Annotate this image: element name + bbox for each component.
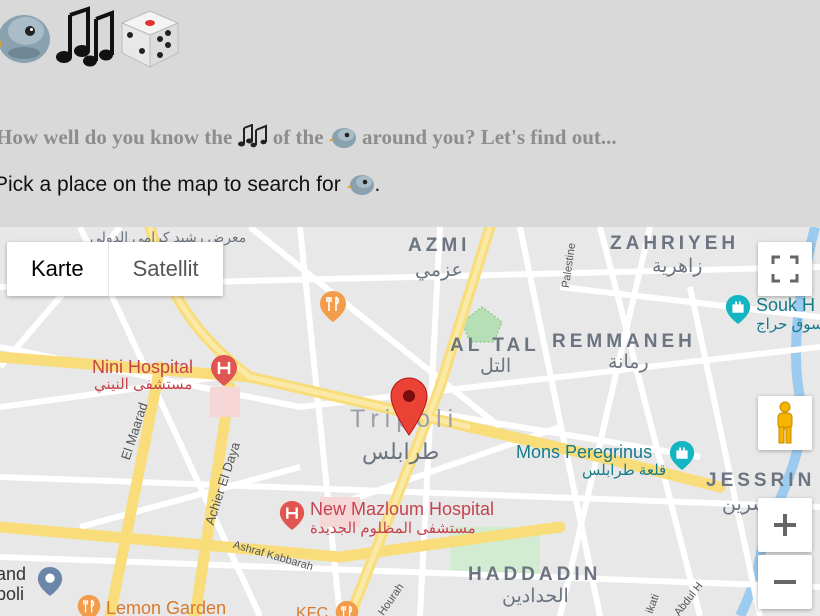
bird-icon bbox=[328, 128, 356, 148]
zoom-in-button[interactable] bbox=[758, 498, 812, 552]
street-view-pegman-button[interactable] bbox=[758, 396, 812, 450]
district-al-tal: AL TAL bbox=[450, 335, 540, 356]
zoom-out-icon bbox=[774, 580, 796, 584]
music-notes-icon bbox=[56, 6, 114, 67]
poi-land-partial: and bbox=[0, 564, 27, 584]
district-remmaneh: REMMANEH bbox=[552, 331, 696, 352]
map-marker-icon[interactable] bbox=[390, 377, 428, 437]
fullscreen-icon bbox=[771, 255, 799, 283]
district-zahriyeh-ar: زاهرية bbox=[652, 256, 703, 277]
instruction-label: Pick a place on the map to search for bbox=[0, 173, 341, 196]
tagline-mid: of the bbox=[272, 125, 324, 149]
district-remmaneh-ar: رمانة bbox=[608, 352, 649, 373]
poi-tripoli-partial: poli bbox=[0, 584, 25, 604]
hospital-icon[interactable] bbox=[209, 353, 239, 387]
instruction-period: . bbox=[374, 173, 381, 196]
fullscreen-button[interactable] bbox=[758, 242, 812, 296]
poi-nini-hospital-ar: مستشفى النيني bbox=[94, 376, 193, 393]
instruction-text: Pick a place on the map to search for . bbox=[0, 173, 380, 197]
poi-mons-peregrinus[interactable]: Mons Peregrinus bbox=[516, 442, 652, 463]
district-haddadin-ar: الحدادين bbox=[502, 586, 569, 607]
poi-mons-peregrinus-ar: قلعة طرابلس bbox=[582, 462, 667, 479]
city-label-ar: طرابلس bbox=[362, 439, 440, 464]
district-azmi-ar: عزمي bbox=[415, 260, 463, 281]
map-type-control: Karte Satellit bbox=[7, 242, 223, 296]
poi-new-mazloum-ar: مستشفى المظلوم الجديدة bbox=[310, 520, 476, 537]
landmark-icon[interactable] bbox=[724, 293, 752, 325]
tagline: How well do you know the of the around y… bbox=[0, 124, 617, 150]
tagline-end: around you? Let's find out... bbox=[362, 125, 617, 149]
map[interactable]: AZMI عزمي ZAHRIYEH زاهرية AL TAL التل RE… bbox=[0, 227, 820, 616]
hospital-icon[interactable] bbox=[278, 499, 306, 531]
map-type-satellite-button[interactable]: Satellit bbox=[107, 242, 223, 296]
district-jessrin: JESSRIN bbox=[706, 470, 816, 491]
map-type-map-button[interactable]: Karte bbox=[7, 242, 108, 296]
restaurant-icon[interactable] bbox=[76, 593, 102, 616]
zoom-out-button[interactable] bbox=[758, 555, 812, 609]
district-haddadin: HADDADIN bbox=[468, 564, 602, 585]
music-notes-icon bbox=[237, 124, 267, 148]
tagline-start: How well do you know the bbox=[0, 125, 233, 149]
poi-lemon-garden[interactable]: Lemon Garden bbox=[106, 598, 226, 616]
district-azmi: AZMI bbox=[408, 235, 471, 256]
dice-icon bbox=[120, 10, 180, 68]
landmark-icon[interactable] bbox=[668, 439, 696, 471]
bird-icon bbox=[346, 175, 374, 195]
pegman-icon bbox=[777, 401, 793, 444]
restaurant-icon[interactable] bbox=[318, 289, 348, 323]
poi-new-mazloum[interactable]: New Mazloum Hospital bbox=[310, 499, 494, 520]
zoom-in-icon bbox=[774, 514, 796, 536]
poi-souk-ar: سوق حراج bbox=[756, 316, 820, 333]
bird-icon bbox=[0, 15, 50, 63]
district-zahriyeh: ZAHRIYEH bbox=[610, 233, 740, 254]
poi-kfc-partial[interactable]: KFC bbox=[296, 605, 328, 616]
restaurant-icon[interactable] bbox=[334, 599, 360, 616]
map-pin-icon[interactable] bbox=[36, 565, 64, 597]
app-logo bbox=[0, 2, 182, 72]
district-al-tal-ar: التل bbox=[480, 356, 512, 377]
poi-souk[interactable]: Souk H bbox=[756, 295, 815, 316]
